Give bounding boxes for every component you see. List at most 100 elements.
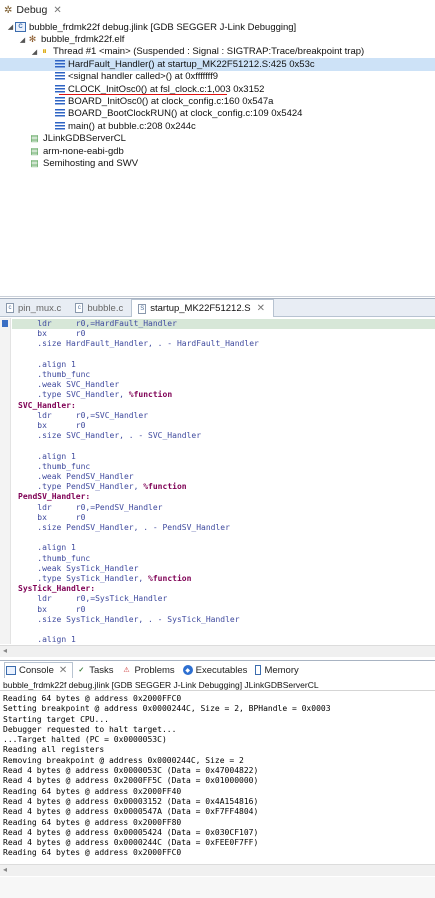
console-output-line: Starting target CPU... xyxy=(3,714,109,724)
process-icon: ▤ xyxy=(30,157,39,168)
close-icon[interactable]: ✕ xyxy=(257,303,265,314)
tree-item-launch[interactable]: ◢ C bubble_frdmk22f debug.jlink [GDB SEG… xyxy=(0,21,435,33)
asm-file-icon: S xyxy=(138,303,147,314)
console-title: bubble_frdmk22f debug.jlink [GDB SEGGER … xyxy=(0,679,435,691)
close-icon[interactable]: ✕ xyxy=(53,5,61,16)
editor-tab-label: startup_MK22F51212.S xyxy=(150,303,251,314)
code-line: .weak SysTick_Handler xyxy=(18,563,139,573)
console-horizontal-scrollbar[interactable]: ◂ xyxy=(0,864,435,876)
collapse-triangle-icon[interactable]: ◢ xyxy=(18,36,27,44)
stack-frame-boot-clock-run[interactable]: BOARD_BootClockRUN() at clock_config.c:1… xyxy=(0,108,435,120)
tree-item-label: arm-none-eabi-gdb xyxy=(43,145,124,157)
console-output-line: Read 4 bytes @ address 0x0000547A (Data … xyxy=(3,807,259,817)
collapse-triangle-icon[interactable]: ◢ xyxy=(6,23,15,31)
code-area[interactable]: ldr r0,=HardFault_Handler bx r0 .size Ha… xyxy=(0,318,435,644)
stack-frame-label: CLOCK_InitOsc0() at fsl_clock.c:1,003 0x… xyxy=(68,83,265,95)
console-icon xyxy=(6,666,16,675)
stack-frame-icon xyxy=(55,72,65,82)
tree-item-label: bubble_frdmk22f.elf xyxy=(41,34,125,46)
editor-tab-label: pin_mux.c xyxy=(18,302,62,314)
executables-icon: ◆ xyxy=(182,665,193,675)
console-output-line: Debugger requested to halt target... xyxy=(3,724,177,734)
stack-frame-icon xyxy=(55,84,65,94)
scroll-left-icon[interactable]: ◂ xyxy=(3,646,7,655)
stack-frame-icon xyxy=(55,59,65,69)
tab-label: Memory xyxy=(264,664,299,676)
code-line: .weak PendSV_Handler xyxy=(18,472,134,481)
tree-item-jlink-server[interactable]: ▤ JLinkGDBServerCL xyxy=(0,133,435,145)
stack-frame-signal-handler[interactable]: <signal handler called>() at 0xfffffff9 xyxy=(0,71,435,83)
editor-tab-label: bubble.c xyxy=(87,302,124,314)
c-file-icon: c xyxy=(6,303,14,313)
tab-bubble[interactable]: c bubble.c xyxy=(69,299,131,317)
code-editor: c pin_mux.c c bubble.c S startup_MK22F51… xyxy=(0,298,435,657)
tab-executables[interactable]: ◆ Executables xyxy=(182,662,253,678)
code-line: .size PendSV_Handler, . - PendSV_Handler xyxy=(18,523,230,532)
code-line: .type SysTick_Handler, %function xyxy=(18,574,192,583)
stack-frame-label: <signal handler called>() at 0xfffffff9 xyxy=(68,71,219,83)
stack-frame-label: HardFault_Handler() at startup_MK22F5121… xyxy=(68,58,315,70)
stack-frame-hardfault[interactable]: HardFault_Handler() at startup_MK22F5121… xyxy=(0,58,435,71)
code-line: .size HardFault_Handler, . - HardFault_H… xyxy=(18,339,259,349)
tree-item-label: Thread #1 <main> (Suspended : Signal : S… xyxy=(53,46,365,58)
tree-item-gdb[interactable]: ▤ arm-none-eabi-gdb xyxy=(0,145,435,157)
process-icon: ▤ xyxy=(30,133,39,144)
collapse-triangle-icon[interactable]: ◢ xyxy=(30,48,39,56)
close-icon[interactable]: ✕ xyxy=(59,665,67,676)
stack-frame-icon xyxy=(55,97,65,107)
tree-item-label: Semihosting and SWV xyxy=(43,157,139,169)
code-line: .align 1 xyxy=(18,359,76,369)
console-output-line: Reading 64 bytes @ address 0x2000FFC0 xyxy=(3,694,182,703)
console-view: Console ✕ ✓ Tasks ⚠ Problems ◆ Executabl… xyxy=(0,660,435,898)
editor-gutter[interactable] xyxy=(0,318,11,644)
console-tab-bar: Console ✕ ✓ Tasks ⚠ Problems ◆ Executabl… xyxy=(0,661,435,679)
console-output-line: Read 4 bytes @ address 0x00003152 (Data … xyxy=(3,796,259,806)
code-line: SVC_Handler: xyxy=(18,400,76,410)
status-area xyxy=(0,877,435,898)
launch-config-icon: C xyxy=(15,22,26,33)
tree-item-semihosting[interactable]: ▤ Semihosting and SWV xyxy=(0,157,435,169)
tree-item-thread[interactable]: ◢ ⏸ Thread #1 <main> (Suspended : Signal… xyxy=(0,46,435,58)
code-line: ldr r0,=SysTick_Handler xyxy=(18,594,168,604)
console-output-line: Read 4 bytes @ address 0x0000244C (Data … xyxy=(3,838,259,848)
code-line: .type SVC_Handler, %function xyxy=(18,390,173,400)
code-line: .thumb_func xyxy=(18,370,91,379)
tab-startup-asm[interactable]: S startup_MK22F51212.S ✕ xyxy=(131,299,274,317)
code-line: ldr r0,=PendSV_Handler xyxy=(18,502,163,512)
memory-icon xyxy=(255,665,262,675)
tab-debug[interactable]: ✲ Debug ✕ xyxy=(0,0,435,20)
debug-bug-icon: ✲ xyxy=(4,4,13,16)
code-line: bx r0 xyxy=(18,512,86,522)
scroll-left-icon[interactable]: ◂ xyxy=(3,865,7,874)
suspended-thread-icon: ⏸ xyxy=(42,46,47,57)
stack-frame-main[interactable]: main() at bubble.c:208 0x244c xyxy=(0,120,435,132)
stack-frame-clock-initosc0[interactable]: CLOCK_InitOsc0() at fsl_clock.c:1,003 0x… xyxy=(0,83,435,96)
tab-problems[interactable]: ⚠ Problems xyxy=(121,662,180,678)
stack-frame-label: BOARD_InitOsc0() at clock_config.c:160 0… xyxy=(68,96,274,108)
tree-item-label: JLinkGDBServerCL xyxy=(43,133,126,145)
code-line: .thumb_func xyxy=(18,553,91,563)
tab-memory[interactable]: Memory xyxy=(254,662,303,678)
tree-item-elf[interactable]: ◢ ✻ bubble_frdmk22f.elf xyxy=(0,33,435,45)
console-output-line: Reading 64 bytes @ address 0x2000FFC0 xyxy=(3,848,182,858)
process-icon: ▤ xyxy=(30,145,39,156)
instruction-pointer-icon xyxy=(2,320,8,327)
stack-frame-label: BOARD_BootClockRUN() at clock_config.c:1… xyxy=(68,108,303,120)
tab-label: Problems xyxy=(134,664,175,676)
code-line: .align 1 xyxy=(18,451,76,461)
console-output-line: Reading 64 bytes @ address 0x2000FF40 xyxy=(3,786,182,796)
tab-label: Executables xyxy=(195,664,248,676)
c-file-icon: c xyxy=(75,303,84,313)
console-output-line: Read 4 bytes @ address 0x00005424 (Data … xyxy=(3,827,259,837)
tab-console[interactable]: Console ✕ xyxy=(4,662,74,678)
console-output[interactable]: Reading 64 bytes @ address 0x2000FFC0 Set… xyxy=(3,694,433,859)
tab-pin-mux[interactable]: c pin_mux.c xyxy=(0,299,69,317)
console-output-line: Setting breakpoint @ address 0x0000244C,… xyxy=(3,704,331,714)
stack-frame-board-initosc0[interactable]: BOARD_InitOsc0() at clock_config.c:160 0… xyxy=(0,95,435,107)
tree-item-label: bubble_frdmk22f debug.jlink [GDB SEGGER … xyxy=(29,21,297,33)
code-line: bx r0 xyxy=(18,329,86,339)
console-output-line: Reading all registers xyxy=(3,745,105,755)
tab-tasks[interactable]: ✓ Tasks xyxy=(75,662,118,678)
horizontal-scrollbar[interactable]: ◂ xyxy=(0,645,435,657)
stack-frame-icon xyxy=(55,109,65,119)
